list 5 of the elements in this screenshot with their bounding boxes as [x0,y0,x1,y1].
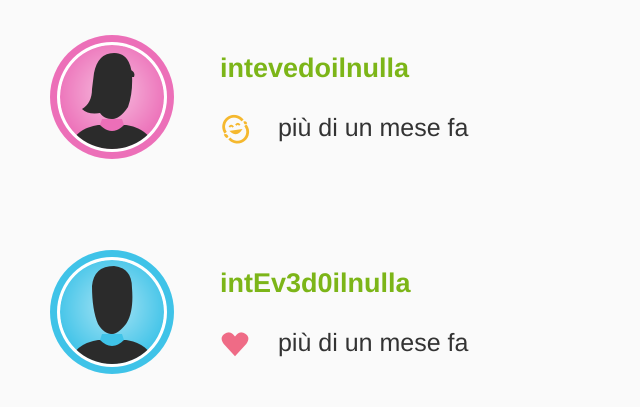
laughing-face-icon [220,114,250,144]
timestamp: più di un mese fa [278,329,468,358]
timestamp: più di un mese fa [278,114,468,143]
username[interactable]: intEv3d0ilnulla [220,268,468,298]
username[interactable]: intevedoilnulla [220,52,468,84]
